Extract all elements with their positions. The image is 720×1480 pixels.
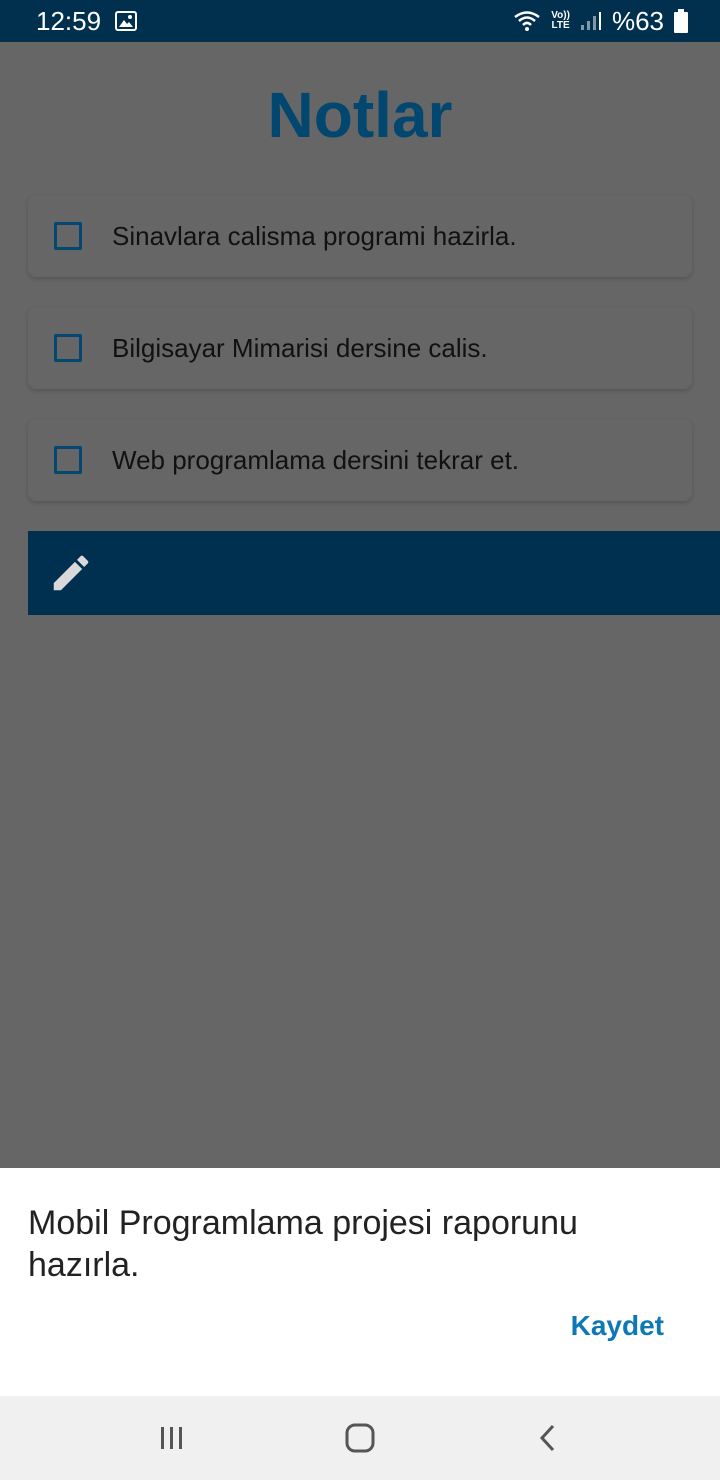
status-time: 12:59 — [36, 5, 102, 36]
todo-text: Bilgisayar Mimarisi dersine calis. — [112, 332, 488, 363]
volte-icon: Vo)) LTE — [551, 11, 570, 31]
list-item[interactable]: Sinavlara calisma programi hazirla. — [28, 195, 692, 277]
status-bar: 12:59 Vo)) LTE %63 — [0, 0, 720, 42]
signal-icon — [580, 11, 602, 31]
list-item[interactable]: Bilgisayar Mimarisi dersine calis. — [28, 307, 692, 389]
todo-checkbox[interactable] — [54, 222, 82, 250]
todo-text: Web programlama dersini tekrar et. — [112, 444, 520, 475]
page-title: Notlar — [267, 79, 453, 151]
status-left: 12:59 — [36, 5, 138, 37]
volte-bottom-label: LTE — [551, 20, 570, 31]
status-right: Vo)) LTE %63 — [513, 6, 688, 37]
pencil-icon[interactable] — [48, 550, 94, 596]
save-button[interactable]: Kaydet — [571, 1310, 664, 1342]
recent-apps-icon[interactable] — [152, 1418, 192, 1458]
edit-sheet: Mobil Programlama projesi raporunu hazır… — [0, 1168, 720, 1396]
navigation-bar — [0, 1396, 720, 1480]
back-icon[interactable] — [528, 1418, 568, 1458]
note-input[interactable]: Mobil Programlama projesi raporunu hazır… — [28, 1202, 668, 1286]
wifi-icon — [513, 10, 541, 32]
battery-percent: %63 — [611, 5, 664, 36]
image-icon — [115, 11, 138, 31]
battery-icon — [674, 9, 688, 33]
list-item[interactable]: Web programlama dersini tekrar et. — [28, 419, 692, 501]
todo-checkbox[interactable] — [54, 446, 82, 474]
todo-text: Sinavlara calisma programi hazirla. — [112, 220, 517, 251]
todo-checkbox[interactable] — [54, 334, 82, 362]
home-icon[interactable] — [340, 1418, 380, 1458]
new-note-bar[interactable] — [28, 531, 720, 615]
